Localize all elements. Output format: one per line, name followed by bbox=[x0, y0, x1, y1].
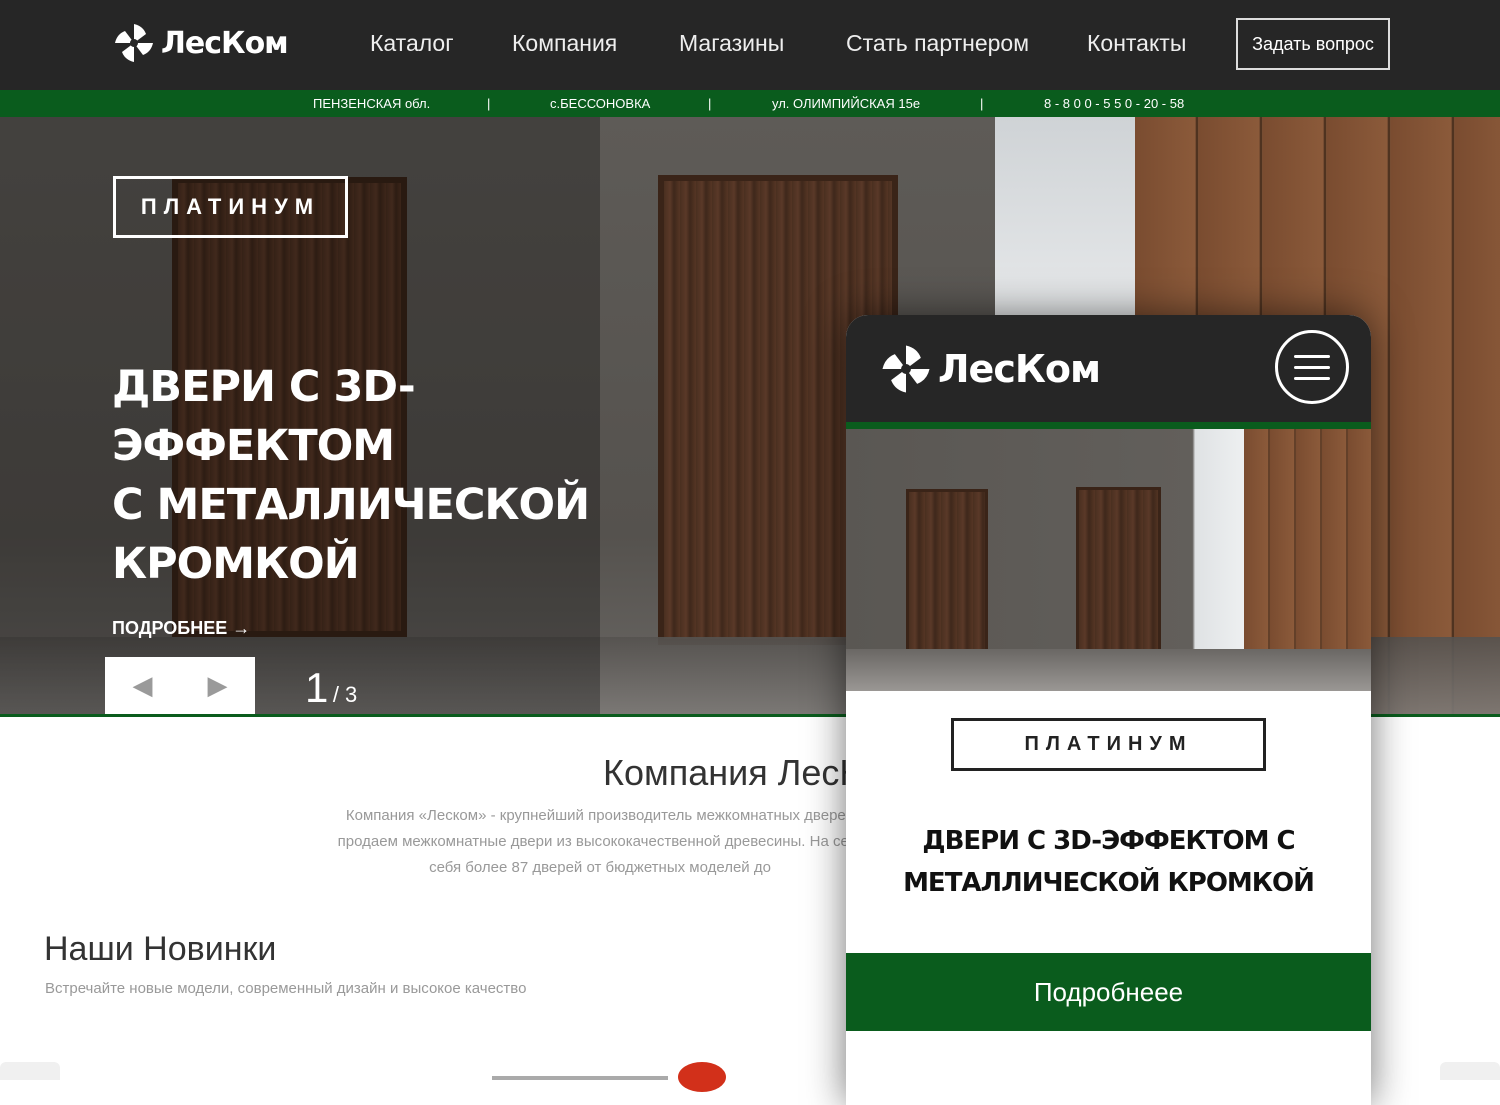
mobile-floor bbox=[846, 649, 1371, 691]
news-title: Наши Новинки bbox=[44, 930, 277, 968]
company-text-line: продаем межкомнатные двери из высококаче… bbox=[337, 833, 863, 850]
hero-title-line: КРОМКОЙ bbox=[112, 539, 360, 589]
strip-separator: | bbox=[980, 96, 984, 111]
mobile-hero-title: ДВЕРИ С 3D-ЭФФЕКТОМ С МЕТАЛЛИЧЕСКОЙ КРОМ… bbox=[886, 820, 1331, 904]
mobile-brand-name: ЛесКом bbox=[938, 347, 1101, 391]
strip-region: ПЕНЗЕНСКАЯ обл. bbox=[313, 96, 431, 111]
nav-item-contacts[interactable]: Контакты bbox=[1087, 30, 1186, 57]
contact-strip: ПЕНЗЕНСКАЯ обл. | с.БЕССОНОВКА | ул. ОЛИ… bbox=[0, 90, 1500, 117]
mobile-hero-image bbox=[846, 429, 1371, 691]
strip-separator: | bbox=[487, 96, 491, 111]
mobile-header-divider bbox=[846, 422, 1371, 429]
strip-separator: | bbox=[708, 96, 712, 111]
company-title: Компания ЛесК bbox=[603, 752, 861, 793]
company-text: Компания «Леском» - крупнейший производи… bbox=[300, 803, 900, 881]
slider-controls: ◀ ▶ bbox=[105, 657, 255, 714]
strip-street: ул. ОЛИМПИЙСКАЯ 15е bbox=[772, 96, 921, 111]
product-card-top bbox=[492, 1076, 668, 1080]
carousel-prev-button[interactable] bbox=[0, 1062, 60, 1080]
mobile-more-button[interactable]: Подробнеее bbox=[846, 953, 1371, 1031]
hero-title-line: ДВЕРИ С 3D-ЭФФЕКТОМ bbox=[112, 362, 416, 471]
nav-item-partner[interactable]: Стать партнером bbox=[846, 30, 1029, 57]
hero-title: ДВЕРИ С 3D-ЭФФЕКТОМ С МЕТАЛЛИЧЕСКОЙ КРОМ… bbox=[112, 358, 632, 594]
slide-current: 1 bbox=[305, 664, 329, 711]
mobile-hero-title-line: ДВЕРИ С 3D-ЭФФЕКТОМ С bbox=[922, 826, 1295, 856]
nav-item-company[interactable]: Компания bbox=[512, 30, 617, 57]
hero-title-line: С МЕТАЛЛИЧЕСКОЙ bbox=[112, 480, 590, 530]
nav-item-stores[interactable]: Магазины bbox=[679, 30, 784, 57]
carousel-next-button[interactable] bbox=[1440, 1062, 1500, 1080]
hero-more-link[interactable]: ПОДРОБНЕЕ → bbox=[112, 618, 250, 639]
next-arrow-icon[interactable]: ▶ bbox=[208, 670, 228, 701]
mobile-door-image bbox=[1076, 487, 1161, 667]
news-subtitle: Встречайте новые модели, современный диз… bbox=[45, 980, 527, 997]
slide-total: / 3 bbox=[332, 682, 358, 707]
prev-arrow-icon[interactable]: ◀ bbox=[133, 670, 153, 701]
mobile-door-image bbox=[906, 489, 988, 664]
company-text-line: себя более 87 дверей от бюджетных моделе… bbox=[429, 859, 771, 876]
site-header: ЛесКом Каталог Компания Магазины Стать п… bbox=[0, 0, 1500, 90]
hamburger-menu-icon[interactable] bbox=[1275, 330, 1349, 404]
slide-counter: 1 / 3 bbox=[305, 664, 357, 712]
new-badge-icon bbox=[678, 1062, 726, 1092]
ask-question-button[interactable]: Задать вопрос bbox=[1236, 18, 1390, 70]
pinwheel-logo-icon bbox=[882, 345, 930, 393]
mobile-mockup: ЛесКом ПЛАТИНУМ ДВЕРИ С 3D-ЭФФЕКТОМ С МЕ… bbox=[846, 315, 1371, 1105]
mobile-hero-title-line: МЕТАЛЛИЧЕСКОЙ КРОМКОЙ bbox=[903, 868, 1315, 898]
hero-badge: ПЛАТИНУМ bbox=[113, 176, 348, 238]
nav-item-catalog[interactable]: Каталог bbox=[370, 30, 454, 57]
mobile-brand-logo[interactable]: ЛесКом bbox=[880, 343, 1101, 395]
mobile-header: ЛесКом bbox=[846, 315, 1371, 422]
strip-town: с.БЕССОНОВКА bbox=[550, 96, 651, 111]
company-text-line: Компания «Леском» - крупнейший производи… bbox=[345, 807, 855, 824]
strip-phone[interactable]: 8 - 8 0 0 - 5 5 0 - 20 - 58 bbox=[1044, 96, 1184, 111]
mobile-hero-badge: ПЛАТИНУМ bbox=[951, 718, 1266, 771]
